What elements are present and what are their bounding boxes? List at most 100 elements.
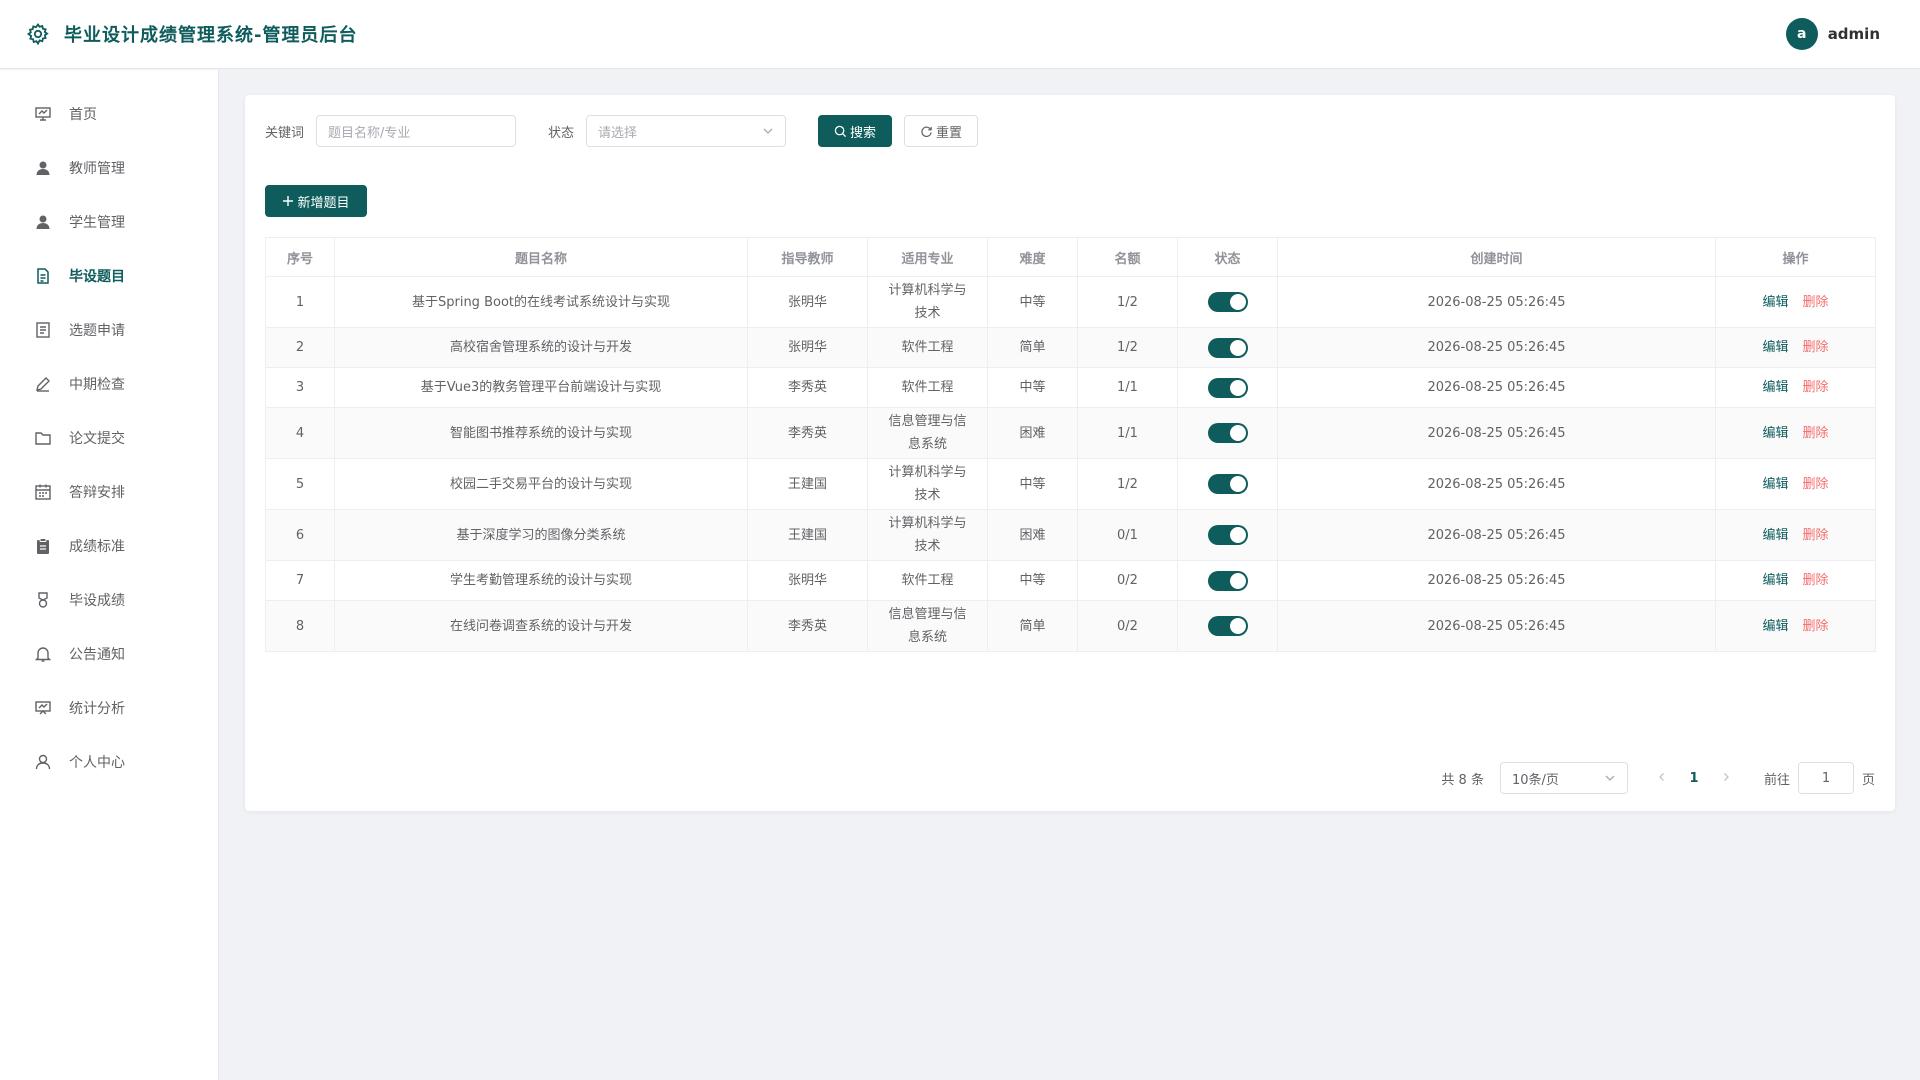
actions-cell: 编辑 删除 bbox=[1715, 276, 1876, 328]
sidebar-item-label: 统计分析 bbox=[69, 701, 125, 717]
topic-title: 基于Vue3的教务管理平台前端设计与实现 bbox=[334, 367, 748, 408]
column-header: 创建时间 bbox=[1277, 237, 1716, 277]
sidebar-item-5[interactable]: 中期检查 bbox=[0, 357, 218, 411]
sidebar-item-12[interactable]: 个人中心 bbox=[0, 735, 218, 789]
add-topic-button[interactable]: 新增题目 bbox=[265, 185, 367, 217]
sidebar-item-10[interactable]: 公告通知 bbox=[0, 627, 218, 681]
edit-button[interactable]: 编辑 bbox=[1762, 422, 1788, 445]
document-icon bbox=[34, 267, 52, 285]
sidebar-item-label: 答辩安排 bbox=[69, 485, 125, 501]
status-select[interactable]: 请选择 bbox=[586, 115, 787, 147]
teacher-name: 李秀英 bbox=[747, 367, 868, 408]
status-toggle[interactable] bbox=[1207, 616, 1248, 636]
edit-button[interactable]: 编辑 bbox=[1762, 336, 1788, 359]
search-button[interactable]: 搜索 bbox=[818, 115, 893, 147]
delete-button[interactable]: 删除 bbox=[1803, 473, 1829, 496]
row-number: 8 bbox=[265, 600, 335, 652]
sidebar-item-8[interactable]: 成绩标准 bbox=[0, 519, 218, 573]
edit-button[interactable]: 编辑 bbox=[1762, 376, 1788, 399]
status-toggle[interactable] bbox=[1207, 570, 1248, 591]
actions-cell: 编辑 删除 bbox=[1715, 560, 1876, 601]
major-line-2: 息系统 bbox=[907, 437, 947, 452]
prev-page-button[interactable] bbox=[1646, 771, 1678, 786]
major-line-1: 计算机科学与 bbox=[888, 465, 967, 480]
column-header: 难度 bbox=[987, 237, 1078, 277]
major-cell: 信息管理与信 息系统 bbox=[867, 600, 988, 652]
sidebar-item-9[interactable]: 毕设成绩 bbox=[0, 573, 218, 627]
major-line-1: 信息管理与信 bbox=[888, 414, 967, 429]
row-number: 7 bbox=[265, 560, 335, 601]
status-toggle[interactable] bbox=[1207, 337, 1248, 358]
user-outline-icon bbox=[34, 753, 52, 771]
avatar[interactable]: a bbox=[1785, 18, 1818, 50]
delete-button[interactable]: 删除 bbox=[1803, 524, 1829, 547]
delete-button[interactable]: 删除 bbox=[1803, 376, 1829, 399]
next-page-button[interactable] bbox=[1710, 771, 1742, 786]
edit-button[interactable]: 编辑 bbox=[1762, 569, 1788, 592]
difficulty: 中等 bbox=[987, 458, 1078, 510]
sidebar-item-0[interactable]: 首页 bbox=[0, 87, 218, 141]
calendar-icon bbox=[34, 483, 52, 501]
delete-button[interactable]: 删除 bbox=[1803, 291, 1829, 314]
reset-button[interactable]: 重置 bbox=[904, 115, 979, 147]
actions-cell: 编辑 删除 bbox=[1715, 600, 1876, 652]
table-row: 8 在线问卷调查系统的设计与开发 李秀英 信息管理与信 息系统 简单 0/2 2026-08-… bbox=[265, 600, 1876, 652]
quota: 1/2 bbox=[1077, 276, 1178, 328]
topic-title: 高校宿舍管理系统的设计与开发 bbox=[334, 327, 748, 368]
delete-button[interactable]: 删除 bbox=[1803, 569, 1829, 592]
status-toggle[interactable] bbox=[1207, 377, 1248, 398]
data-board-icon bbox=[34, 699, 52, 717]
edit-button[interactable]: 编辑 bbox=[1762, 291, 1788, 314]
sidebar-item-label: 毕设成绩 bbox=[69, 593, 125, 609]
chevron-down-icon bbox=[762, 125, 774, 137]
status-cell bbox=[1177, 276, 1278, 328]
username[interactable]: admin bbox=[1828, 25, 1880, 43]
sidebar-item-6[interactable]: 论文提交 bbox=[0, 411, 218, 465]
edit-button[interactable]: 编辑 bbox=[1762, 615, 1788, 638]
status-cell bbox=[1177, 560, 1278, 601]
user-filled-icon bbox=[34, 159, 52, 177]
row-number: 2 bbox=[265, 327, 335, 368]
sidebar-item-4[interactable]: 选题申请 bbox=[0, 303, 218, 357]
page-number-button[interactable]: 1 bbox=[1678, 771, 1710, 786]
status-toggle[interactable] bbox=[1207, 423, 1248, 443]
status-toggle[interactable] bbox=[1207, 525, 1248, 545]
sidebar-item-1[interactable]: 教师管理 bbox=[0, 141, 218, 195]
page-size-value: 10条/页 bbox=[1511, 772, 1559, 788]
table-row: 2 高校宿舍管理系统的设计与开发 张明华 软件工程 简单 1/2 2026-08-25 05… bbox=[265, 327, 1876, 368]
teacher-name: 王建国 bbox=[747, 509, 868, 561]
sidebar-item-7[interactable]: 答辩安排 bbox=[0, 465, 218, 519]
topic-title: 基于深度学习的图像分类系统 bbox=[334, 509, 748, 561]
status-toggle[interactable] bbox=[1207, 292, 1248, 312]
user-menu[interactable]: a admin bbox=[1785, 18, 1880, 50]
edit-button[interactable]: 编辑 bbox=[1762, 524, 1788, 547]
goto-page-input[interactable]: 1 bbox=[1797, 762, 1854, 794]
status-toggle[interactable] bbox=[1207, 474, 1248, 494]
page-suffix: 页 bbox=[1861, 772, 1875, 788]
delete-button[interactable]: 删除 bbox=[1803, 336, 1829, 359]
major-line-1: 计算机科学与 bbox=[888, 516, 967, 531]
status-cell bbox=[1177, 509, 1278, 561]
delete-button[interactable]: 删除 bbox=[1803, 615, 1829, 638]
bell-icon bbox=[34, 645, 52, 663]
quota: 0/1 bbox=[1077, 509, 1178, 561]
created-time: 2026-08-25 05:26:45 bbox=[1277, 560, 1716, 601]
gear-icon[interactable] bbox=[26, 22, 50, 46]
actions-cell: 编辑 删除 bbox=[1715, 367, 1876, 408]
column-header: 名额 bbox=[1077, 237, 1178, 277]
row-number: 3 bbox=[265, 367, 335, 408]
column-header: 指导教师 bbox=[747, 237, 868, 277]
page-size-select[interactable]: 10条/页 bbox=[1499, 762, 1628, 794]
reset-button-label: 重置 bbox=[936, 125, 963, 141]
major-cell: 信息管理与信 息系统 bbox=[867, 407, 988, 459]
sidebar-item-2[interactable]: 学生管理 bbox=[0, 195, 218, 249]
delete-button[interactable]: 删除 bbox=[1803, 422, 1829, 445]
major-cell: 计算机科学与 技术 bbox=[867, 509, 988, 561]
sidebar-item-3[interactable]: 毕设题目 bbox=[0, 249, 218, 303]
sidebar-item-11[interactable]: 统计分析 bbox=[0, 681, 218, 735]
chevron-down-icon bbox=[1604, 772, 1616, 784]
keyword-input[interactable]: 题目名称/专业 bbox=[316, 115, 517, 147]
sidebar-item-label: 毕设题目 bbox=[69, 269, 125, 285]
edit-button[interactable]: 编辑 bbox=[1762, 473, 1788, 496]
plus-icon bbox=[282, 195, 294, 207]
